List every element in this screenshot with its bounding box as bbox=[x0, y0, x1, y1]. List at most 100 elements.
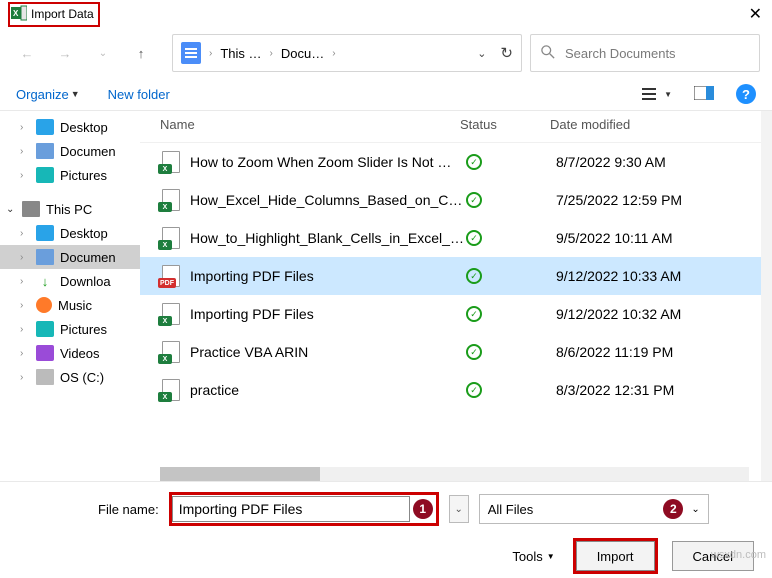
file-name: How_Excel_Hide_Columns_Based_on_Cell… bbox=[190, 192, 466, 208]
filename-highlight: 1 bbox=[169, 492, 439, 526]
tree-item-thispc[interactable]: ⌄ This PC bbox=[0, 197, 140, 221]
chevron-down-icon: ⌄ bbox=[6, 204, 16, 215]
file-row[interactable]: X Importing PDF Files✓9/12/2022 10:32 AM bbox=[140, 295, 761, 333]
chevron-icon: › bbox=[20, 372, 30, 383]
title-highlight: X Import Data bbox=[8, 2, 100, 27]
import-highlight: Import bbox=[573, 538, 658, 574]
excel-file-icon: X bbox=[160, 303, 182, 325]
sync-status-icon: ✓ bbox=[466, 306, 556, 322]
sync-status-icon: ✓ bbox=[466, 382, 556, 398]
sync-status-icon: ✓ bbox=[466, 192, 556, 208]
tree-label: Music bbox=[58, 298, 92, 313]
tree-item-downloa[interactable]: ›↓Downloa bbox=[0, 269, 140, 293]
up-button[interactable]: ↑ bbox=[126, 38, 156, 68]
dialog-footer: File name: 1 ⌄ All Files 2 ⌄ Tools ▼ Imp… bbox=[0, 481, 772, 578]
music-icon bbox=[36, 297, 52, 313]
chevron-icon: › bbox=[20, 276, 30, 287]
horizontal-scrollbar[interactable] bbox=[160, 467, 749, 481]
file-list: XHow to Zoom When Zoom Slider Is Not …✓8… bbox=[140, 143, 761, 461]
tree-item-desktop[interactable]: ›Desktop bbox=[0, 221, 140, 245]
col-date[interactable]: Date modified bbox=[550, 117, 749, 132]
filename-input[interactable] bbox=[172, 496, 410, 522]
chevron-icon: › bbox=[20, 300, 30, 311]
breadcrumb-1[interactable]: This … bbox=[220, 46, 261, 61]
excel-file-icon: X bbox=[160, 189, 182, 211]
chevron-icon: › bbox=[20, 146, 30, 157]
tree-label: This PC bbox=[46, 202, 92, 217]
refresh-icon[interactable]: ↻ bbox=[500, 44, 513, 62]
file-row[interactable]: XHow_to_Highlight_Blank_Cells_in_Excel_V… bbox=[140, 219, 761, 257]
excel-file-icon: X bbox=[160, 151, 182, 173]
nav-bar: ← → ⌄ ↑ › This … › Docu… › ⌄ ↻ Search Do… bbox=[0, 28, 772, 78]
organize-button[interactable]: Organize ▼ bbox=[16, 87, 80, 102]
search-placeholder: Search Documents bbox=[565, 46, 676, 61]
breadcrumb-2[interactable]: Docu… bbox=[281, 46, 324, 61]
doc-icon bbox=[36, 143, 54, 159]
file-row[interactable]: Xpractice✓8/3/2022 12:31 PM bbox=[140, 371, 761, 409]
tree-item-music[interactable]: › Music bbox=[0, 293, 140, 317]
file-row[interactable]: XHow_Excel_Hide_Columns_Based_on_Cell…✓7… bbox=[140, 181, 761, 219]
file-type-filter[interactable]: All Files 2 ⌄ bbox=[479, 494, 709, 524]
search-box[interactable]: Search Documents bbox=[530, 34, 760, 72]
sync-status-icon: ✓ bbox=[466, 344, 556, 360]
sync-status-icon: ✓ bbox=[466, 268, 556, 284]
chevron-right-icon: › bbox=[270, 48, 273, 59]
file-date: 9/12/2022 10:32 AM bbox=[556, 306, 749, 322]
file-name: practice bbox=[190, 382, 466, 398]
folder-type-icon bbox=[181, 42, 201, 64]
excel-file-icon: X bbox=[160, 227, 182, 249]
sync-status-icon: ✓ bbox=[466, 230, 556, 246]
recent-dropdown[interactable]: ⌄ bbox=[88, 38, 118, 68]
help-icon[interactable]: ? bbox=[736, 84, 756, 104]
import-button[interactable]: Import bbox=[576, 541, 655, 571]
tree-label: Pictures bbox=[60, 168, 107, 183]
address-bar[interactable]: › This … › Docu… › ⌄ ↻ bbox=[172, 34, 522, 72]
organize-label: Organize bbox=[16, 87, 69, 102]
tree-item-desktop[interactable]: ›Desktop bbox=[0, 115, 140, 139]
filename-history-dropdown[interactable]: ⌄ bbox=[449, 495, 469, 523]
file-row[interactable]: XHow to Zoom When Zoom Slider Is Not …✓8… bbox=[140, 143, 761, 181]
tree-item-videos[interactable]: › Videos bbox=[0, 341, 140, 365]
tools-label: Tools bbox=[512, 549, 542, 564]
file-row[interactable]: XPractice VBA ARIN✓8/6/2022 11:19 PM bbox=[140, 333, 761, 371]
view-mode-button[interactable]: ▼ bbox=[642, 87, 672, 101]
tools-dropdown[interactable]: Tools ▼ bbox=[512, 549, 554, 564]
titlebar: X Import Data ✕ bbox=[0, 0, 772, 28]
file-date: 8/3/2022 12:31 PM bbox=[556, 382, 749, 398]
chevron-icon: › bbox=[20, 170, 30, 181]
tree-item-pictures[interactable]: › Pictures bbox=[0, 163, 140, 187]
tree-label: Videos bbox=[60, 346, 100, 361]
col-name[interactable]: Name bbox=[160, 117, 460, 132]
back-button[interactable]: ← bbox=[12, 38, 42, 68]
excel-file-icon: X bbox=[160, 379, 182, 401]
file-name: Practice VBA ARIN bbox=[190, 344, 466, 360]
tree-item-os (c:)[interactable]: ›OS (C:) bbox=[0, 365, 140, 389]
sync-status-icon: ✓ bbox=[466, 154, 556, 170]
file-date: 8/7/2022 9:30 AM bbox=[556, 154, 749, 170]
tree-label: Documen bbox=[60, 144, 116, 159]
search-icon bbox=[541, 45, 555, 62]
file-row[interactable]: PDFImporting PDF Files✓9/12/2022 10:33 A… bbox=[140, 257, 761, 295]
chevron-icon: › bbox=[20, 348, 30, 359]
filter-label: All Files bbox=[488, 502, 534, 517]
window-title: Import Data bbox=[31, 7, 94, 21]
tree-item-documen[interactable]: › Documen bbox=[0, 139, 140, 163]
col-status[interactable]: Status bbox=[460, 117, 550, 132]
close-icon[interactable]: ✕ bbox=[749, 4, 762, 24]
drive-icon bbox=[36, 369, 54, 385]
tree-item-pictures[interactable]: ›Pictures bbox=[0, 317, 140, 341]
dl-icon: ↓ bbox=[36, 273, 54, 289]
preview-pane-button[interactable] bbox=[694, 86, 714, 103]
watermark: wsxdn.com bbox=[711, 549, 766, 561]
pc-icon bbox=[22, 201, 40, 217]
vertical-scroll-gutter bbox=[761, 111, 772, 481]
scroll-thumb[interactable] bbox=[160, 467, 320, 481]
file-name: Importing PDF Files bbox=[190, 268, 466, 284]
file-date: 9/5/2022 10:11 AM bbox=[556, 230, 749, 246]
tree-item-documen[interactable]: ›Documen bbox=[0, 245, 140, 269]
file-name: Importing PDF Files bbox=[190, 306, 466, 322]
file-header: Name Status Date modified bbox=[140, 111, 761, 143]
forward-button[interactable]: → bbox=[50, 38, 80, 68]
address-dropdown-icon[interactable]: ⌄ bbox=[477, 47, 486, 60]
new-folder-button[interactable]: New folder bbox=[108, 87, 170, 102]
